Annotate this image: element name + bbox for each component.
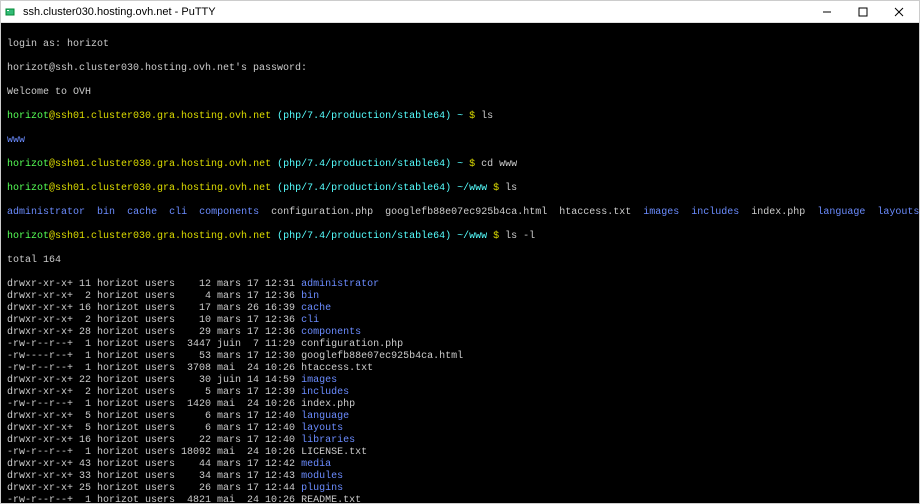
ls-output: www — [7, 135, 913, 147]
login-line: login as: horizot — [7, 39, 913, 51]
minimize-button[interactable] — [809, 1, 845, 23]
prompt-ls: horizot@ssh01.cluster030.gra.hosting.ovh… — [7, 111, 913, 123]
listing-row: drwxr-xr-x+ 16 horizot users 17 mars 26 … — [7, 303, 913, 315]
putty-window: ssh.cluster030.hosting.ovh.net - PuTTY l… — [0, 0, 920, 504]
window-title: ssh.cluster030.hosting.ovh.net - PuTTY — [23, 6, 216, 18]
listing-row: -rw-r--r--+ 1 horizot users 18092 mai 24… — [7, 447, 913, 459]
prompt-ls2: horizot@ssh01.cluster030.gra.hosting.ovh… — [7, 183, 913, 195]
password-line: horizot@ssh.cluster030.hosting.ovh.net's… — [7, 63, 913, 75]
listing-row: drwxr-xr-x+ 2 horizot users 5 mars 17 12… — [7, 387, 913, 399]
listing-row: drwxr-xr-x+ 43 horizot users 44 mars 17 … — [7, 459, 913, 471]
titlebar[interactable]: ssh.cluster030.hosting.ovh.net - PuTTY — [1, 1, 919, 23]
listing-row: drwxr-xr-x+ 2 horizot users 10 mars 17 1… — [7, 315, 913, 327]
close-button[interactable] — [881, 1, 917, 23]
listing-row: drwxr-xr-x+ 11 horizot users 12 mars 17 … — [7, 279, 913, 291]
listing-row: drwxr-xr-x+ 28 horizot users 29 mars 17 … — [7, 327, 913, 339]
listing-row: -rw-r--r--+ 1 horizot users 1420 mai 24 … — [7, 399, 913, 411]
listing-row: -rw-r--r--+ 1 horizot users 4821 mai 24 … — [7, 495, 913, 503]
listing-row: drwxr-xr-x+ 2 horizot users 4 mars 17 12… — [7, 291, 913, 303]
listing-row: -rw-r--r--+ 1 horizot users 3447 juin 7 … — [7, 339, 913, 351]
prompt-cd: horizot@ssh01.cluster030.gra.hosting.ovh… — [7, 159, 913, 171]
listing-row: -rw-r--r--+ 1 horizot users 3708 mai 24 … — [7, 363, 913, 375]
maximize-button[interactable] — [845, 1, 881, 23]
listing-row: drwxr-xr-x+ 25 horizot users 26 mars 17 … — [7, 483, 913, 495]
listing-row: drwxr-xr-x+ 22 horizot users 30 juin 14 … — [7, 375, 913, 387]
listing-row: drwxr-xr-x+ 5 horizot users 6 mars 17 12… — [7, 411, 913, 423]
listing-row: drwxr-xr-x+ 5 horizot users 6 mars 17 12… — [7, 423, 913, 435]
listing-row: drwxr-xr-x+ 33 horizot users 34 mars 17 … — [7, 471, 913, 483]
ls-www-output: administrator bin cache cli components c… — [7, 207, 913, 219]
listing-row: -rw----r--+ 1 horizot users 53 mars 17 1… — [7, 351, 913, 363]
listing-row: drwxr-xr-x+ 16 horizot users 22 mars 17 … — [7, 435, 913, 447]
terminal-area[interactable]: login as: horizot horizot@ssh.cluster030… — [1, 23, 919, 503]
prompt-lsl: horizot@ssh01.cluster030.gra.hosting.ovh… — [7, 231, 913, 243]
putty-icon — [3, 5, 17, 19]
total-line: total 164 — [7, 255, 913, 267]
welcome-line: Welcome to OVH — [7, 87, 913, 99]
